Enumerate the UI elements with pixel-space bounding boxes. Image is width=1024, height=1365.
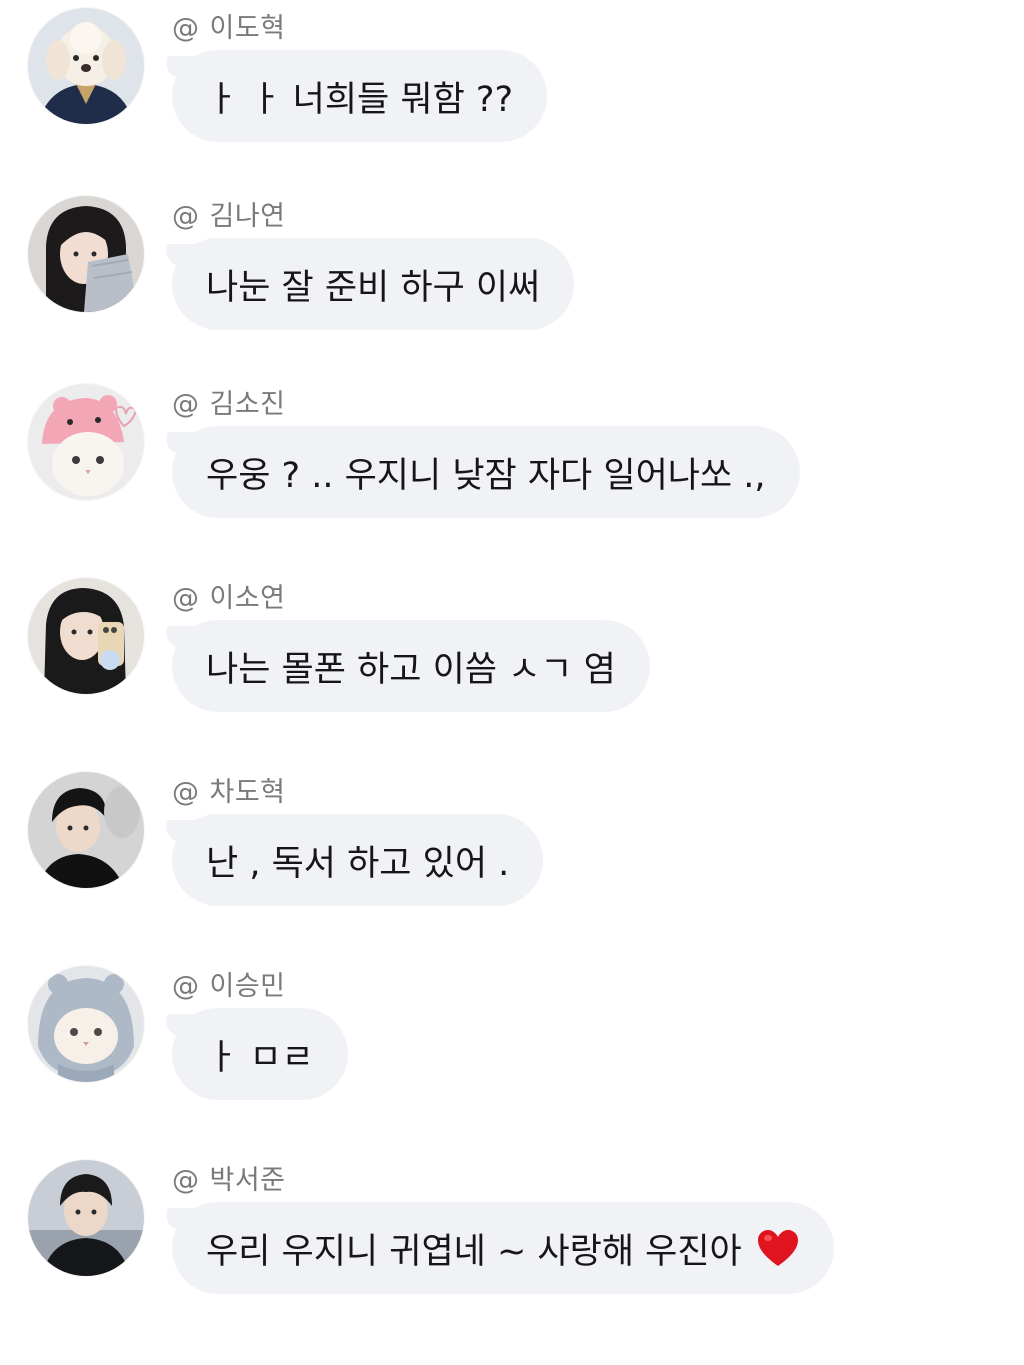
cat-pink-hat-avatar[interactable] <box>28 384 144 500</box>
girl-mirror-selfie-avatar[interactable] <box>28 578 144 694</box>
message-text: 우웅 ? .. 우지니 낮잠 자다 일어나쏘 ., <box>206 455 766 496</box>
sender-label: 김소진 <box>209 389 286 420</box>
girl-portrait-avatar[interactable] <box>28 196 144 312</box>
message-text: 우리 우지니 귀엽네 ~ 사랑해 우진아 <box>206 1231 742 1272</box>
at-symbol: @ <box>172 389 200 420</box>
at-symbol: @ <box>172 1165 200 1196</box>
at-symbol: @ <box>172 583 200 614</box>
message-bubble[interactable]: 나눈 잘 준비 하구 이써 <box>172 238 575 330</box>
heart-icon <box>756 1228 800 1268</box>
message-bubble[interactable]: 우웅 ? .. 우지니 낮잠 자다 일어나쏘 ., <box>172 426 800 518</box>
sender-name: @ 김나연 <box>172 194 286 233</box>
message-text: ㅏ ㅏ 너희들 뭐함 ?? <box>206 79 514 120</box>
cat-blue-hood-avatar[interactable] <box>28 966 144 1082</box>
message-text: 난 , 독서 하고 있어 . <box>206 843 510 884</box>
sender-label: 김나연 <box>209 201 286 232</box>
message-text: 나는 몰폰 하고 이씀 ㅅㄱ 염 <box>206 649 616 690</box>
white-puppy-avatar[interactable] <box>28 8 144 124</box>
message-bubble[interactable]: ㅏ ㅁㄹ <box>172 1008 348 1100</box>
sender-name: @ 박서준 <box>172 1158 286 1197</box>
chat-message: @ 김나연 나눈 잘 준비 하구 이써 <box>0 188 1024 348</box>
boy-portrait-avatar[interactable] <box>28 772 144 888</box>
message-text: ㅏ ㅁㄹ <box>206 1037 314 1078</box>
at-symbol: @ <box>172 971 200 1002</box>
sender-label: 박서준 <box>209 1165 286 1196</box>
chat-message: @ 박서준 우리 우지니 귀엽네 ~ 사랑해 우진아 <box>0 1152 1024 1312</box>
chat-thread: @ 이도혁 ㅏ ㅏ 너희들 뭐함 ?? @ 김나연 나눈 잘 준비 하구 이써 <box>0 0 1024 1365</box>
chat-message: @ 이승민 ㅏ ㅁㄹ <box>0 958 1024 1118</box>
chat-message: @ 차도혁 난 , 독서 하고 있어 . <box>0 764 1024 924</box>
sender-name: @ 이도혁 <box>172 6 286 45</box>
message-bubble[interactable]: 나는 몰폰 하고 이씀 ㅅㄱ 염 <box>172 620 650 712</box>
sender-name: @ 이승민 <box>172 964 286 1003</box>
message-bubble[interactable]: 난 , 독서 하고 있어 . <box>172 814 544 906</box>
message-bubble[interactable]: 우리 우지니 귀엽네 ~ 사랑해 우진아 <box>172 1202 834 1294</box>
sender-name: @ 차도혁 <box>172 770 286 809</box>
chat-message: @ 김소진 우웅 ? .. 우지니 낮잠 자다 일어나쏘 ., <box>0 376 1024 536</box>
boy-outdoor-avatar[interactable] <box>28 1160 144 1276</box>
at-symbol: @ <box>172 201 200 232</box>
sender-label: 이도혁 <box>209 13 286 44</box>
sender-name: @ 이소연 <box>172 576 286 615</box>
sender-label: 차도혁 <box>209 777 286 808</box>
message-bubble[interactable]: ㅏ ㅏ 너희들 뭐함 ?? <box>172 50 548 142</box>
sender-label: 이승민 <box>209 971 286 1002</box>
sender-label: 이소연 <box>209 583 286 614</box>
chat-message: @ 이도혁 ㅏ ㅏ 너희들 뭐함 ?? <box>0 0 1024 160</box>
chat-message: @ 이소연 나는 몰폰 하고 이씀 ㅅㄱ 염 <box>0 570 1024 730</box>
at-symbol: @ <box>172 13 200 44</box>
at-symbol: @ <box>172 777 200 808</box>
sender-name: @ 김소진 <box>172 382 286 421</box>
message-text: 나눈 잘 준비 하구 이써 <box>206 267 541 308</box>
